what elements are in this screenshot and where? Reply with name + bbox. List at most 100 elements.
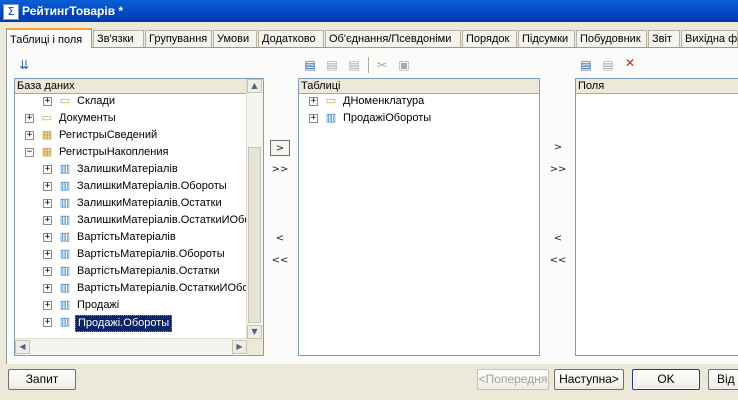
tables-list[interactable]: Таблиці + ▭ ДНоменклатура + ▥ ПродажіОбо… xyxy=(298,78,540,356)
tree-item[interactable]: + ▥ ЗалишкиМатеріалів xyxy=(15,161,249,178)
tree-item[interactable]: + ▥ ЗалишкиМатеріалів.ОстаткиИОбо xyxy=(15,212,251,229)
collapse-icon[interactable]: − xyxy=(25,148,34,157)
tree-item-label: ЗалишкиМатеріалів.ОстаткиИОбо xyxy=(77,214,251,226)
fields-list[interactable]: Поля xyxy=(575,78,738,356)
tab-tables-and-fields[interactable]: Таблиці і поля xyxy=(6,28,92,48)
query-button[interactable]: Запит xyxy=(8,369,76,390)
tree-item-label: Продажі xyxy=(77,299,120,311)
expand-icon[interactable]: + xyxy=(43,284,52,293)
scroll-left-icon[interactable]: ◀ xyxy=(15,340,30,354)
tree-item[interactable]: + ▥ Продажі xyxy=(15,297,249,314)
information-registers-icon: ▦ xyxy=(41,128,53,141)
tree-item[interactable]: + ▥ ЗалишкиМатеріалів.Обороты xyxy=(15,178,249,195)
register-icon: ▥ xyxy=(59,298,71,311)
tree-item-label: РегистрыНакопления xyxy=(59,146,169,158)
accumulation-registers-icon: ▦ xyxy=(41,145,53,158)
expand-icon[interactable]: + xyxy=(309,114,318,123)
remove-all-fields-button[interactable]: << xyxy=(548,253,568,269)
register-icon: ▥ xyxy=(325,111,337,124)
database-tree[interactable]: База даних + ▭ Склади + ▭ Документы + ▦ … xyxy=(14,78,264,356)
scroll-right-icon[interactable]: ▶ xyxy=(232,340,247,354)
tab-additional[interactable]: Додатково xyxy=(258,30,324,47)
tree-item[interactable]: + ▥ ВартістьМатеріалів xyxy=(15,229,249,246)
add-field-icon[interactable]: ▤ xyxy=(578,57,594,73)
table-item[interactable]: + ▥ ПродажіОбороты xyxy=(299,110,539,127)
tables-panel-header: Таблиці xyxy=(299,79,539,94)
tree-item[interactable]: + ▥ ВартістьМатеріалів.Остатки xyxy=(15,263,249,280)
tree-item[interactable]: + ▦ РегистрыСведений xyxy=(15,127,249,144)
table-item-label: ПродажіОбороты xyxy=(343,112,432,124)
next-button[interactable]: Наступна> xyxy=(554,369,624,390)
tree-item-label: ЗалишкиМатеріалів.Остатки xyxy=(77,197,222,209)
expand-icon[interactable]: + xyxy=(43,250,52,259)
tab-report[interactable]: Звіт xyxy=(648,30,680,47)
back-button: <Попередня xyxy=(477,369,549,390)
tree-item[interactable]: + ▥ ВартістьМатеріалів.ОстаткиИОбор xyxy=(15,280,255,297)
tree-item[interactable]: + ▥ ЗалишкиМатеріалів.Остатки xyxy=(15,195,249,212)
toolbar-separator xyxy=(368,57,369,73)
tree-item[interactable]: + ▭ Склади xyxy=(15,93,249,110)
add-all-fields-button[interactable]: >> xyxy=(548,162,568,178)
expand-icon[interactable]: + xyxy=(43,199,52,208)
add-table-icon[interactable]: ▤ xyxy=(302,57,318,73)
tab-unions-aliases[interactable]: Об'єднання/Псевдоніми xyxy=(325,30,461,47)
expand-icon[interactable]: + xyxy=(43,233,52,242)
add-field-button[interactable]: > xyxy=(548,140,568,156)
subquery-icon: ▣ xyxy=(398,58,410,72)
remove-field-button[interactable]: < xyxy=(548,231,568,247)
tab-order[interactable]: Порядок xyxy=(462,30,517,47)
add-all-tables-button[interactable]: >> xyxy=(270,162,290,178)
scroll-thumb[interactable] xyxy=(248,147,261,323)
tree-item-label: ВартістьМатеріалів xyxy=(77,231,176,243)
expand-icon[interactable]: + xyxy=(43,165,52,174)
scroll-up-icon[interactable]: ▲ xyxy=(247,79,262,93)
cancel-button[interactable]: Від xyxy=(708,369,738,390)
remove-table-button[interactable]: < xyxy=(270,231,290,247)
window-title: РейтингТоварів * xyxy=(22,4,124,18)
tab-conditions[interactable]: Умови xyxy=(213,30,257,47)
register-icon: ▥ xyxy=(59,213,71,226)
expand-icon[interactable]: + xyxy=(25,131,34,140)
expand-icon[interactable]: + xyxy=(309,97,318,106)
expand-icon[interactable]: + xyxy=(43,318,52,327)
tab-links[interactable]: Зв'язки xyxy=(93,30,144,47)
fields-panel-header: Поля xyxy=(576,79,738,94)
tree-item[interactable]: + ▭ Документы xyxy=(15,110,249,127)
remove-all-tables-button[interactable]: << xyxy=(270,253,290,269)
tab-totals[interactable]: Підсумки xyxy=(518,30,575,47)
expand-icon[interactable]: + xyxy=(43,301,52,310)
replace-table-icon: ✂ xyxy=(376,58,388,72)
edit-table-icon: ▤ xyxy=(326,58,338,72)
folder-icon: ▭ xyxy=(59,94,71,107)
ok-button[interactable]: OK xyxy=(632,369,700,390)
expand-icon[interactable]: + xyxy=(43,267,52,276)
table-item-label: ДНоменклатура xyxy=(343,95,425,107)
register-icon: ▥ xyxy=(59,179,71,192)
register-icon: ▥ xyxy=(59,281,71,294)
tab-output-form[interactable]: Вихідна ф xyxy=(681,30,738,47)
delete-field-icon[interactable]: ✕ xyxy=(622,55,638,71)
tree-item-label: Продажі.Обороты xyxy=(75,315,173,332)
expand-icon[interactable]: + xyxy=(25,114,34,123)
expand-icon[interactable]: + xyxy=(43,97,52,106)
add-table-button[interactable]: > xyxy=(270,140,290,156)
expand-icon[interactable]: + xyxy=(43,182,52,191)
tree-item[interactable]: + ▥ ВартістьМатеріалів.Обороты xyxy=(15,246,249,263)
tab-grouping[interactable]: Групування xyxy=(145,30,212,47)
register-icon: ▥ xyxy=(59,264,71,277)
scroll-down-icon[interactable]: ▼ xyxy=(247,325,262,339)
tree-item-selected[interactable]: + ▥ Продажі.Обороты xyxy=(15,314,249,332)
edit-field-icon: ▤ xyxy=(602,58,614,72)
expand-icon[interactable]: + xyxy=(43,216,52,225)
tab-builder[interactable]: Побудовник xyxy=(576,30,647,47)
tree-item[interactable]: − ▦ РегистрыНакопления xyxy=(15,144,249,161)
vertical-scrollbar[interactable]: ▲ ▼ xyxy=(246,79,263,339)
tree-item-label: ВартістьМатеріалів.Остатки xyxy=(77,265,220,277)
register-icon: ▥ xyxy=(59,230,71,243)
table-item[interactable]: + ▭ ДНоменклатура xyxy=(299,93,539,110)
sort-icon[interactable]: ⇊ xyxy=(16,57,32,73)
tree-item-label: Документы xyxy=(59,112,116,124)
horizontal-scrollbar[interactable]: ◀ ▶ xyxy=(15,338,247,355)
register-icon: ▥ xyxy=(59,196,71,209)
register-icon: ▥ xyxy=(59,162,71,175)
